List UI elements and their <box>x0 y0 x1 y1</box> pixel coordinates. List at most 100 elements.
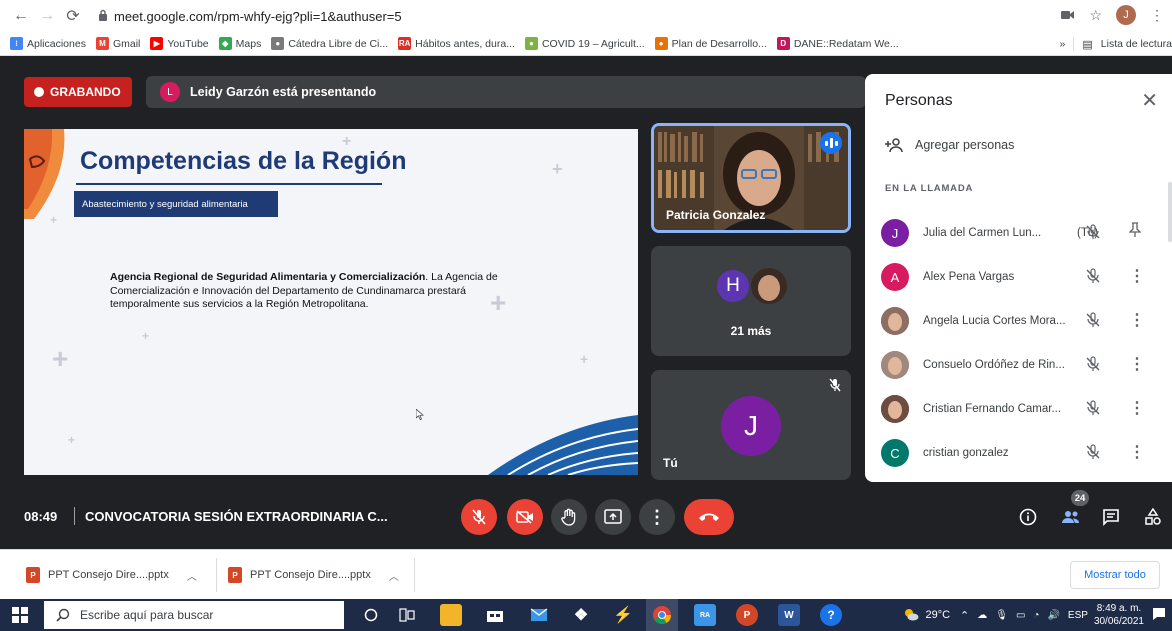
redatam-app-icon[interactable]: RA <box>694 604 716 626</box>
more-vert-icon[interactable]: ⋮ <box>1129 442 1145 462</box>
meeting-title[interactable]: CONVOCATORIA SESIÓN EXTRAORDINARIA C... <box>85 509 388 524</box>
download-item[interactable]: P PPT Consejo Dire....pptx ︿ <box>26 562 197 588</box>
self-muted-icon <box>829 378 841 395</box>
pin-icon[interactable] <box>1128 222 1142 243</box>
bookmark-item[interactable]: M Gmail <box>95 37 140 50</box>
camera-icon[interactable] <box>1061 7 1075 23</box>
bookmark-item[interactable]: ● COVID 19 – Agricult... <box>524 37 645 50</box>
participant-row[interactable]: Ccristian gonzalez ⋮ <box>881 438 1171 468</box>
browser-menu-icon[interactable]: ⋮ <box>1150 7 1164 24</box>
weather-icon[interactable] <box>903 607 919 624</box>
store-icon[interactable] <box>484 604 506 626</box>
add-people-button[interactable]: Agregar personas <box>885 137 1014 153</box>
meeting-details-button[interactable] <box>1017 506 1039 528</box>
leave-call-button[interactable] <box>684 499 734 535</box>
participant-row[interactable]: Cristian Fernando Camar... ⋮ <box>881 394 1171 424</box>
input-language[interactable]: ESP <box>1068 610 1088 621</box>
forward-icon[interactable]: → <box>36 5 58 27</box>
plus-decoration-icon: + <box>342 133 352 150</box>
raise-hand-button[interactable] <box>551 499 587 535</box>
reading-list-label[interactable]: Lista de lectura <box>1101 38 1172 50</box>
bookmark-item[interactable]: RA Hábitos antes, dura... <box>398 37 515 50</box>
lock-icon[interactable] <box>98 9 108 24</box>
back-icon[interactable]: ← <box>10 5 32 27</box>
bookmark-item[interactable]: ● Plan de Desarrollo... <box>654 37 767 50</box>
mic-toggle-button[interactable] <box>461 499 497 535</box>
bookmark-star-icon[interactable]: ☆ <box>1089 7 1102 24</box>
bookmark-favicon-icon: ▶ <box>150 37 164 50</box>
winamp-icon[interactable]: ⚡ <box>612 604 634 626</box>
more-options-button[interactable]: ⋮ <box>639 499 675 535</box>
mic-off-icon <box>1085 268 1101 284</box>
address-bar[interactable]: meet.google.com/rpm-whfy-ejg?pli=1&authu… <box>114 9 402 24</box>
plus-decoration-icon: + <box>68 433 76 447</box>
mouse-cursor-icon <box>416 409 424 420</box>
wifi-icon[interactable]: ◔ <box>1033 610 1039 621</box>
activities-button[interactable] <box>1142 506 1164 528</box>
taskbar-clock[interactable]: 8:49 a. m. 30/06/2021 <box>1094 602 1144 628</box>
more-vert-icon[interactable]: ⋮ <box>1129 354 1145 374</box>
chevron-up-icon[interactable]: ︿ <box>389 568 399 583</box>
self-label: Tú <box>663 456 678 470</box>
volume-icon[interactable]: 🔊 <box>1047 610 1059 621</box>
participant-row[interactable]: A Alex Pena Vargas ⋮ <box>881 262 1171 292</box>
close-icon[interactable]: ✕ <box>1141 88 1158 113</box>
participant-avatar: A <box>881 263 909 291</box>
participant-row[interactable]: Consuelo Ordóñez de Rin... ⋮ <box>881 350 1171 380</box>
network-icon[interactable]: ☁ <box>977 610 987 621</box>
windows-start-icon[interactable] <box>12 607 28 623</box>
more-vert-icon[interactable]: ⋮ <box>1129 266 1145 286</box>
battery-icon[interactable]: ▭ <box>1016 610 1025 621</box>
more-vert-icon[interactable]: ⋮ <box>1129 398 1145 418</box>
bookmark-item[interactable]: D DANE::Redatam We... <box>776 37 899 50</box>
word-icon[interactable]: W <box>778 604 800 626</box>
presenter-avatar: L <box>160 82 180 102</box>
download-divider <box>414 558 415 592</box>
mail-icon[interactable] <box>528 604 550 626</box>
weather-temperature[interactable]: 29°C <box>925 609 950 621</box>
camera-toggle-button[interactable] <box>507 499 543 535</box>
bookmark-label: Plan de Desarrollo... <box>671 37 767 50</box>
in-call-section-label: EN LA LLAMADA <box>885 183 974 194</box>
file-explorer-icon[interactable] <box>440 604 462 626</box>
microphone-tray-icon[interactable]: 🎙 <box>995 610 1008 621</box>
cortana-icon[interactable] <box>360 604 382 626</box>
chat-button[interactable] <box>1100 506 1122 528</box>
people-button[interactable] <box>1060 506 1082 528</box>
notifications-icon[interactable] <box>1152 607 1166 624</box>
plus-decoration-icon: + <box>142 329 150 343</box>
participant-row[interactable]: J Julia del Carmen Lun... (Tú) <box>881 218 1171 248</box>
dropbox-icon[interactable]: ❖ <box>570 604 592 626</box>
bookmark-item[interactable]: ◆ Maps <box>218 37 261 50</box>
browser-toolbar: ← → ⟳ meet.google.com/rpm-whfy-ejg?pli=1… <box>0 0 1172 32</box>
system-tray: 29°C ⌃ ☁ 🎙 ▭ ◔ 🔊 ESP 8:49 a. m. 30/06/20… <box>903 599 1172 631</box>
reading-list-icon[interactable]: ▤ <box>1082 38 1092 51</box>
download-item[interactable]: P PPT Consejo Dire....pptx ︿ <box>228 562 399 588</box>
present-screen-button[interactable] <box>595 499 631 535</box>
more-participants-tile[interactable]: H 21 más <box>651 246 851 356</box>
task-view-icon[interactable] <box>396 604 418 626</box>
bookmarks-overflow-button[interactable]: » <box>1060 38 1066 50</box>
powerpoint-icon[interactable]: P <box>736 604 758 626</box>
reload-icon[interactable]: ⟳ <box>62 5 84 27</box>
participant-row[interactable]: Angela Lucia Cortes Mora... ⋮ <box>881 306 1171 336</box>
panel-scrollbar[interactable] <box>1168 182 1172 242</box>
bookmark-item[interactable]: ● Cátedra Libre de Ci... <box>271 37 388 50</box>
bookmark-item[interactable]: ⁝ Aplicaciones <box>10 37 86 50</box>
bookmark-item[interactable]: ▶ YouTube <box>150 37 209 50</box>
help-app-icon[interactable]: ? <box>820 604 842 626</box>
chevron-up-icon[interactable]: ︿ <box>187 568 197 583</box>
self-tile[interactable]: J Tú <box>651 370 851 480</box>
bookmark-label: YouTube <box>167 37 209 50</box>
more-vert-icon: ⋮ <box>648 506 666 527</box>
tray-overflow-icon[interactable]: ⌃ <box>960 609 969 622</box>
speaker-tile[interactable]: Patricia Gonzalez <box>651 123 851 233</box>
chrome-icon[interactable] <box>651 604 673 626</box>
show-all-downloads-button[interactable]: Mostrar todo <box>1070 561 1160 589</box>
plus-decoration-icon: + <box>490 287 507 318</box>
profile-avatar[interactable]: J <box>1116 5 1136 25</box>
mic-off-icon <box>1085 356 1101 372</box>
more-vert-icon[interactable]: ⋮ <box>1129 310 1145 330</box>
taskbar-search-box[interactable]: Escribe aquí para buscar <box>44 601 344 629</box>
download-filename: PPT Consejo Dire....pptx <box>250 569 371 581</box>
